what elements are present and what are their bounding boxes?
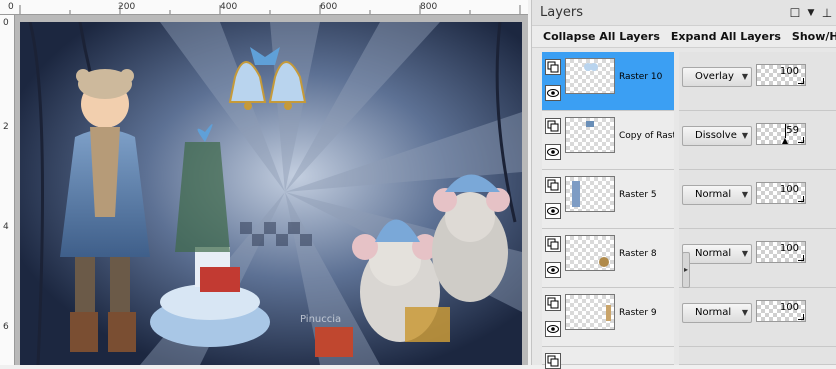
layers-toolbar: Collapse All Layers Expand All Layers Sh…	[532, 26, 836, 48]
resize-grip-icon	[798, 314, 804, 320]
horizontal-ruler: 0 200 400 600 800	[0, 0, 528, 15]
blend-mode-value: Overlay	[695, 71, 734, 82]
opacity-slider[interactable]: 100	[756, 64, 806, 86]
opacity-value: 59	[786, 125, 799, 136]
layer-thumbnail	[565, 58, 615, 94]
blend-mode-dropdown[interactable]: Dissolve ▼	[682, 126, 752, 146]
dropdown-arrow-icon: ▼	[741, 190, 748, 199]
layer-properties: Dissolve ▼ 59	[679, 111, 836, 170]
blend-mode-dropdown[interactable]: Normal ▼	[682, 244, 752, 264]
layer-type-icon[interactable]	[545, 295, 561, 311]
layer-name: Copy of Raste	[619, 131, 674, 141]
palette-titlebar[interactable]: Layers ☐ ▼ ⊥	[532, 0, 836, 26]
ruler-ticks	[19, 5, 521, 14]
resize-grip-icon	[798, 137, 804, 143]
blend-mode-value: Normal	[695, 307, 732, 318]
layer-name: Raster 5	[619, 190, 657, 200]
dropdown-arrow-icon: ▼	[741, 308, 748, 317]
image-workspace[interactable]: 0 200 400 600 800 0 2 4 6 Pinuccia	[0, 0, 528, 365]
opacity-value: 100	[779, 302, 799, 313]
pin-icon[interactable]: ⊥	[820, 6, 834, 20]
opacity-slider[interactable]: 100	[756, 300, 806, 322]
opacity-slider[interactable]: 100	[756, 241, 806, 263]
blend-mode-value: Dissolve	[695, 130, 737, 141]
layer-type-icon[interactable]	[545, 236, 561, 252]
opacity-value: 100	[779, 243, 799, 254]
collapse-all-layers-button[interactable]: Collapse All Layers	[543, 30, 660, 43]
layer-thumbnail	[565, 294, 615, 330]
layer-thumbnail	[565, 117, 615, 153]
blend-mode-dropdown[interactable]: Overlay ▼	[682, 67, 752, 87]
layer-type-icon[interactable]	[545, 177, 561, 193]
opacity-marker-icon[interactable]	[782, 138, 788, 144]
dropdown-icon[interactable]: ▼	[804, 6, 818, 20]
layer-name: Raster 9	[619, 308, 657, 318]
palette-title: Layers	[540, 5, 584, 20]
layer-info[interactable]: Raster 9	[542, 288, 674, 347]
layer-properties: Normal ▼ 100	[679, 288, 836, 347]
layer-name: Raster 10	[619, 72, 663, 82]
layer-type-icon[interactable]	[545, 59, 561, 75]
layer-row-partial[interactable]	[542, 347, 836, 369]
show-hide-quick-button[interactable]: Show/Hide Quick	[792, 30, 836, 43]
layer-properties: Normal ▼ 100	[679, 229, 836, 288]
watermark-text: Pinuccia	[300, 314, 341, 325]
ruler-label: 2	[3, 122, 9, 132]
blend-mode-dropdown[interactable]: Normal ▼	[682, 185, 752, 205]
opacity-slider[interactable]: 100	[756, 182, 806, 204]
dropdown-arrow-icon: ▼	[741, 72, 748, 81]
ruler-label: 6	[3, 322, 9, 332]
image-canvas[interactable]: Pinuccia	[20, 22, 522, 365]
ruler-label: 0	[3, 18, 9, 28]
layer-info[interactable]: Raster 8	[542, 229, 674, 288]
maximize-icon[interactable]: ☐	[788, 6, 802, 20]
layer-thumbnail	[565, 176, 615, 212]
opacity-value: 100	[779, 184, 799, 195]
blend-mode-value: Normal	[695, 189, 732, 200]
blend-mode-value: Normal	[695, 248, 732, 259]
layer-info[interactable]: Raster 10	[542, 52, 674, 111]
layer-list: Raster 10 Overlay ▼ 100 Copy of Ras Diss…	[542, 52, 836, 369]
layer-properties: Overlay ▼ 100	[679, 52, 836, 111]
christmas-artwork: Pinuccia	[20, 22, 522, 365]
layer-name: Raster 8	[619, 249, 657, 259]
visibility-eye-icon[interactable]	[545, 85, 561, 101]
visibility-eye-icon[interactable]	[545, 262, 561, 278]
layer-row[interactable]: Raster 5 Normal ▼ 100	[542, 170, 836, 229]
layer-type-icon[interactable]	[545, 353, 561, 369]
layer-row[interactable]: Raster 10 Overlay ▼ 100	[542, 52, 836, 111]
expand-all-layers-button[interactable]: Expand All Layers	[671, 30, 781, 43]
column-splitter-handle[interactable]: ▸	[682, 252, 690, 288]
visibility-eye-icon[interactable]	[545, 321, 561, 337]
resize-grip-icon	[798, 255, 804, 261]
layer-properties	[679, 347, 836, 365]
vertical-ruler: 0 2 4 6	[0, 15, 15, 365]
layer-properties: Normal ▼ 100	[679, 170, 836, 229]
opacity-slider[interactable]: 59	[756, 123, 806, 145]
resize-grip-icon	[798, 196, 804, 202]
layer-info[interactable]: Copy of Raste	[542, 111, 674, 170]
ruler-label: 4	[3, 222, 9, 232]
layer-info[interactable]: Raster 5	[542, 170, 674, 229]
opacity-value: 100	[779, 66, 799, 77]
visibility-eye-icon[interactable]	[545, 144, 561, 160]
blend-mode-dropdown[interactable]: Normal ▼	[682, 303, 752, 323]
visibility-eye-icon[interactable]	[545, 203, 561, 219]
layer-row[interactable]: Raster 9 Normal ▼ 100	[542, 288, 836, 347]
layer-row[interactable]: Copy of Raste Dissolve ▼ 59	[542, 111, 836, 170]
layer-thumbnail	[565, 235, 615, 271]
resize-grip-icon	[798, 78, 804, 84]
dropdown-arrow-icon: ▼	[741, 249, 748, 258]
layer-type-icon[interactable]	[545, 118, 561, 134]
dropdown-arrow-icon: ▼	[741, 131, 748, 140]
layers-palette: Layers ☐ ▼ ⊥ Collapse All Layers Expand …	[531, 0, 836, 369]
layer-info[interactable]	[542, 347, 674, 369]
